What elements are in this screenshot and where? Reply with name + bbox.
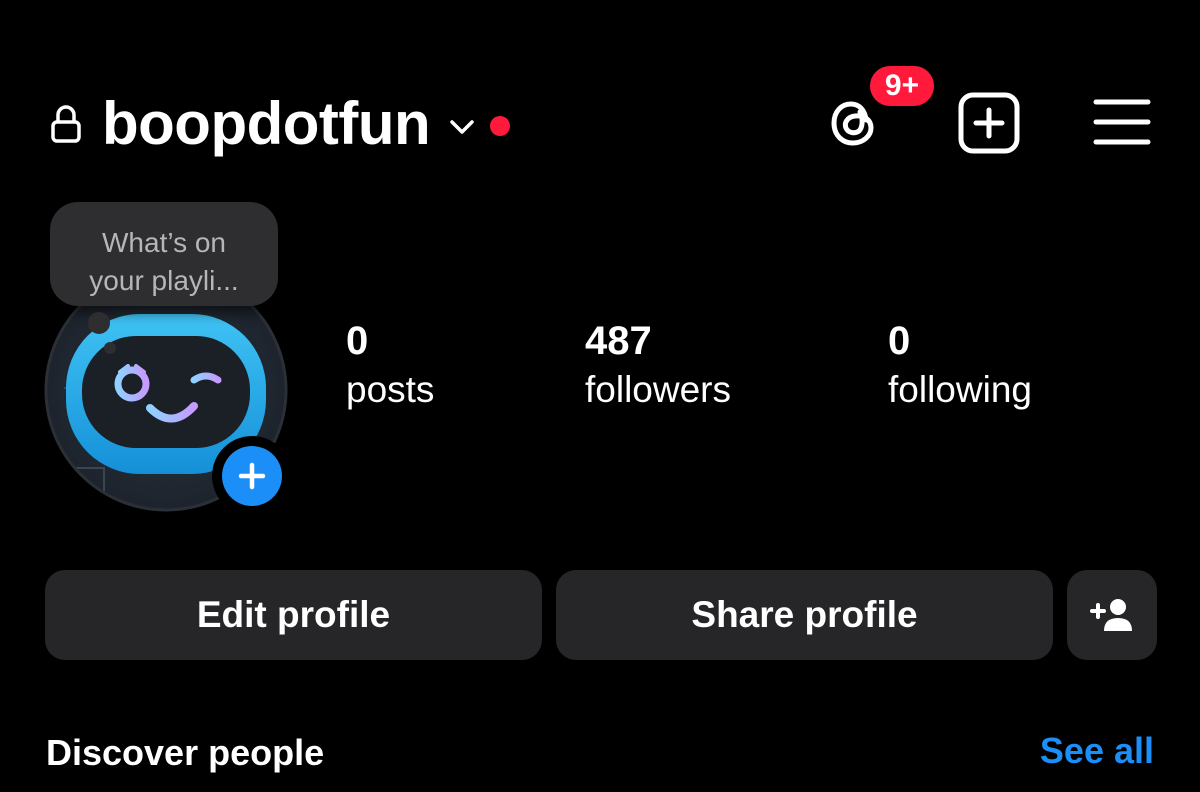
posts-stat[interactable]: 0 posts — [346, 316, 434, 414]
hamburger-menu-icon — [1093, 99, 1151, 145]
note-bubble-tail-small — [104, 342, 116, 354]
posts-count: 0 — [346, 319, 369, 363]
followers-count: 487 — [585, 319, 652, 363]
note-text-line-2: your playli... — [89, 265, 239, 296]
add-person-icon — [1090, 599, 1132, 631]
posts-label: posts — [346, 369, 435, 410]
following-label: following — [888, 369, 1032, 410]
followers-stat[interactable]: 487 followers — [585, 316, 731, 414]
share-profile-button[interactable]: Share profile — [556, 570, 1053, 660]
account-switcher[interactable]: boopdotfun — [50, 88, 511, 160]
lock-icon — [51, 105, 81, 143]
menu-button[interactable] — [1090, 94, 1154, 150]
username: boopdotfun — [102, 90, 431, 157]
plus-icon — [238, 462, 266, 490]
discover-people-heading: Discover people — [46, 732, 325, 773]
notification-badge: 9+ — [866, 62, 938, 110]
status-dot — [490, 116, 511, 136]
add-story-button[interactable] — [212, 436, 292, 516]
plus-square-icon — [958, 92, 1020, 154]
edit-profile-button[interactable]: Edit profile — [45, 570, 542, 660]
followers-label: followers — [585, 369, 731, 410]
note-text-line-1: What’s on — [102, 227, 226, 258]
create-button[interactable] — [956, 90, 1022, 156]
chevron-down-icon — [450, 120, 474, 134]
see-all-link[interactable]: See all — [1040, 728, 1154, 774]
note-bubble-tail — [88, 312, 110, 334]
discover-people-button[interactable] — [1067, 570, 1157, 660]
following-stat[interactable]: 0 following — [888, 316, 1032, 414]
note-bubble[interactable]: What’s on your playli... — [50, 202, 278, 306]
following-count: 0 — [888, 319, 911, 363]
